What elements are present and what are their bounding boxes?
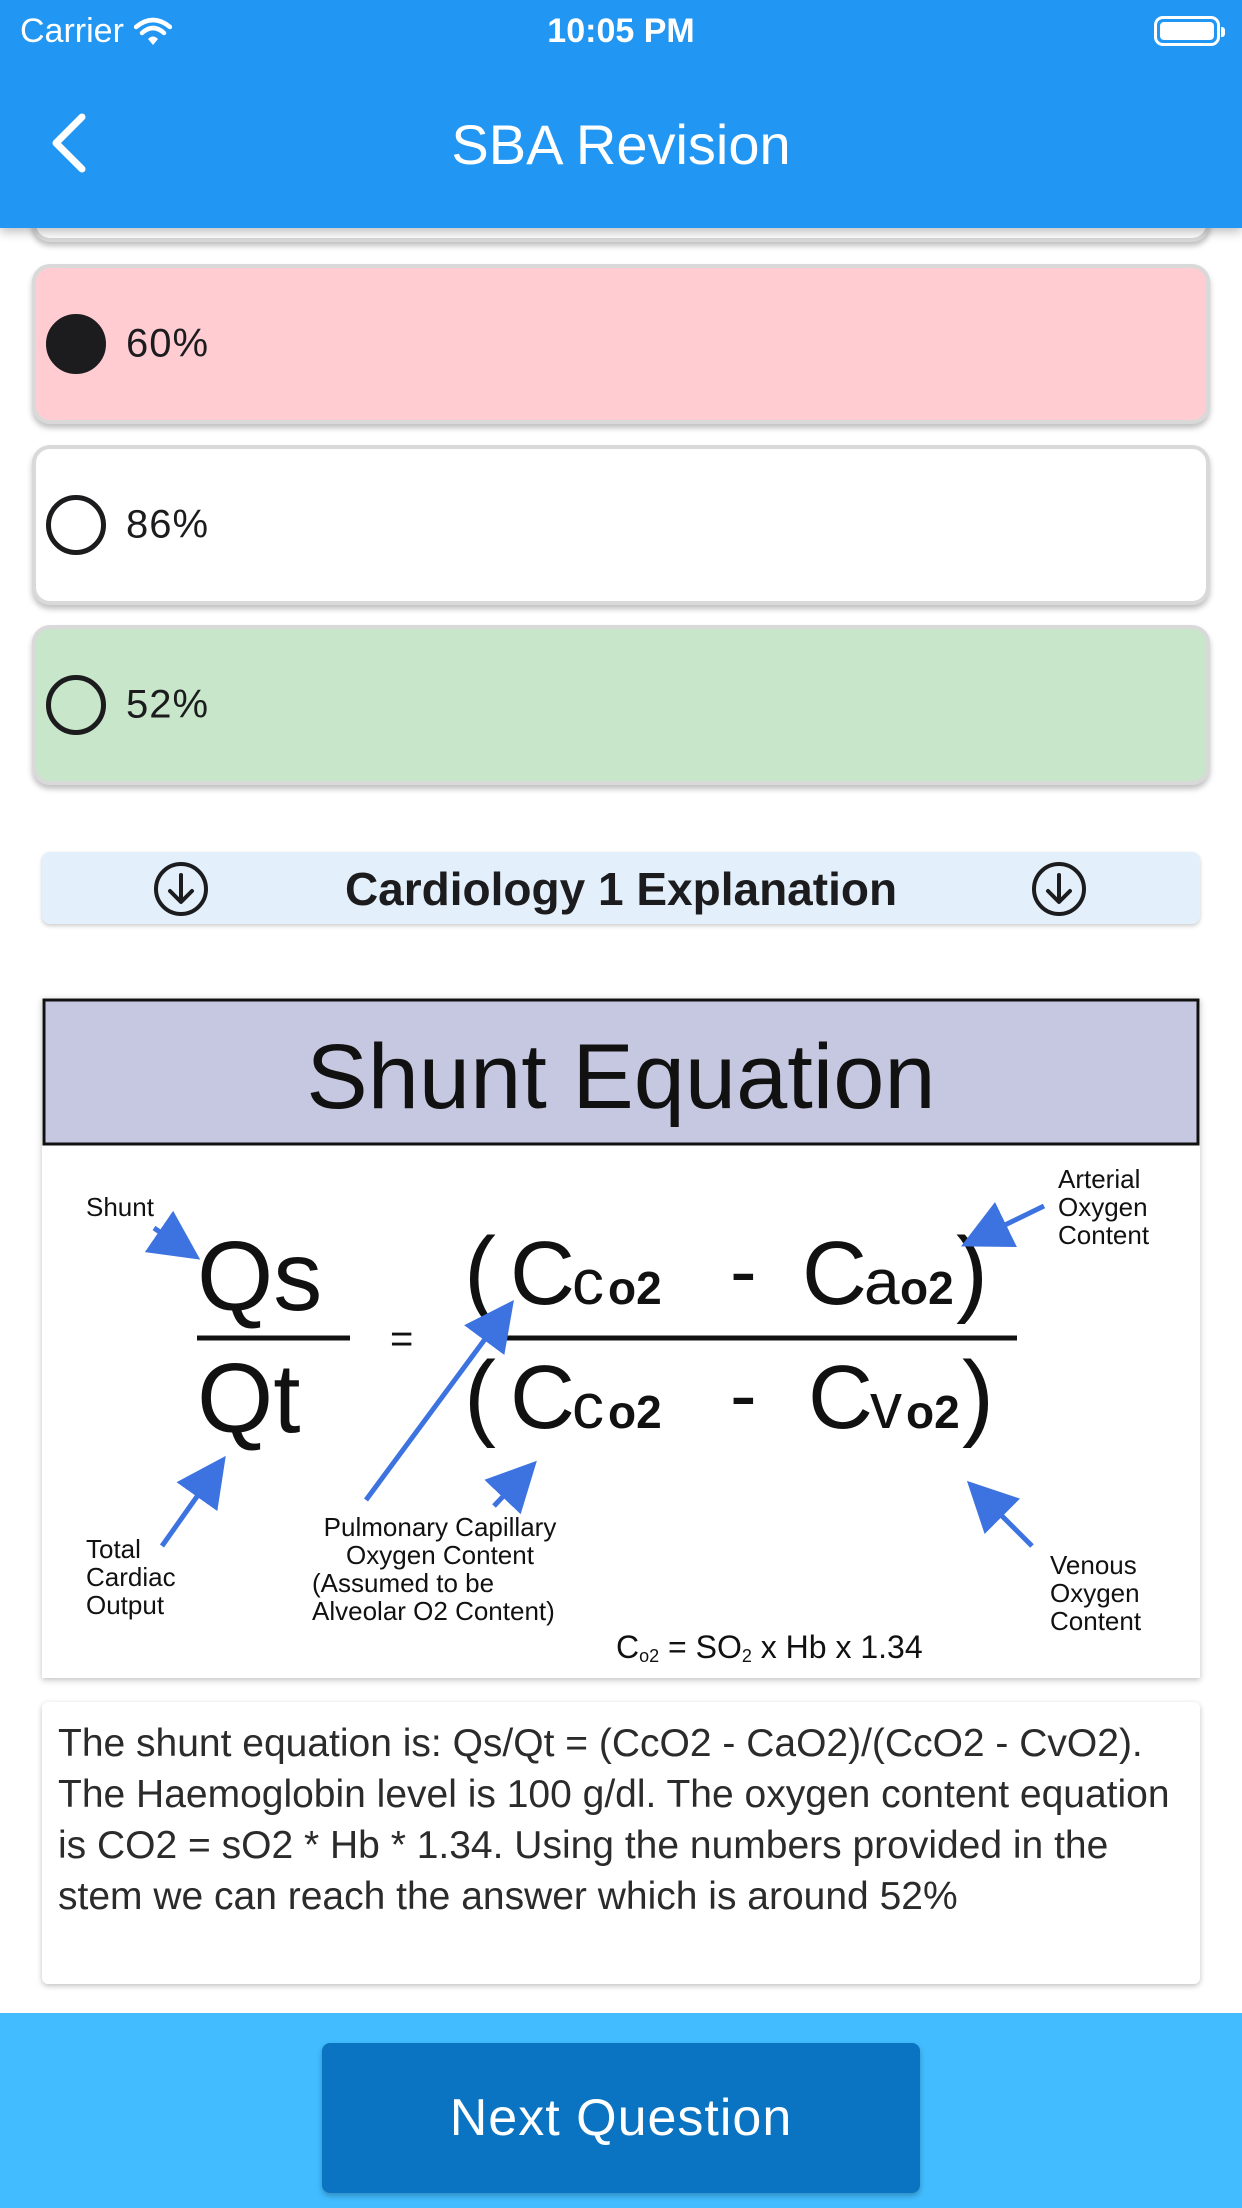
symbol-sub-a: a	[864, 1246, 900, 1318]
radio-selected[interactable]	[46, 314, 106, 374]
qs-label: Qs	[197, 1221, 322, 1331]
status-time: 10:05 PM	[547, 12, 695, 50]
symbol-c: C	[510, 1224, 575, 1324]
equals-sign: =	[390, 1317, 413, 1361]
symbol-o2: o2	[900, 1262, 954, 1314]
label-pulmonary: Oxygen Content	[346, 1540, 535, 1570]
answer-option-2[interactable]: 86%	[32, 445, 1210, 605]
symbol-c: C	[802, 1224, 867, 1324]
shunt-equation-diagram: Shunt Equation Qs Qt = ( C c o2 - C a o2…	[42, 998, 1200, 1678]
radio-unselected[interactable]	[46, 495, 106, 555]
label-total-output: Cardiac	[86, 1562, 176, 1592]
symbol-sub-v: v	[870, 1370, 902, 1442]
qt-label: Qt	[197, 1343, 300, 1453]
answer-option-3[interactable]: 52%	[32, 625, 1210, 785]
label-venous: Venous	[1050, 1550, 1137, 1580]
explanation-text: The shunt equation is: Qs/Qt = (CcO2 - C…	[42, 1702, 1200, 1984]
symbol-sub-c: c	[572, 1370, 604, 1442]
label-total-output: Total	[86, 1534, 141, 1564]
symbol-c: C	[510, 1348, 575, 1448]
label-pulmonary: Pulmonary Capillary	[324, 1512, 557, 1542]
page-title: SBA Revision	[451, 113, 791, 176]
label-pulmonary: Alveolar O2 Content)	[312, 1596, 555, 1626]
radio-unselected[interactable]	[46, 675, 106, 735]
minus-sign: -	[730, 1350, 757, 1439]
next-question-button[interactable]: Next Question	[322, 2043, 920, 2193]
diagram-title: Shunt Equation	[306, 1026, 935, 1128]
label-arterial: Arterial	[1058, 1164, 1140, 1194]
explanation-title: Cardiology 1 Explanation	[344, 863, 898, 915]
answer-option-label: 52%	[126, 682, 210, 727]
answer-option-label: 60%	[126, 321, 210, 366]
label-arterial: Oxygen	[1058, 1192, 1148, 1222]
oxygen-content-formula: Co2 = SO2 x Hb x 1.34	[616, 1629, 923, 1666]
symbol-c: C	[808, 1348, 873, 1448]
status-bar: Carrier 10:05 PM	[0, 0, 1242, 62]
label-shunt: Shunt	[86, 1192, 155, 1222]
symbol-sub-c: c	[572, 1246, 604, 1318]
app-header: Carrier 10:05 PM SBA Revision	[0, 0, 1242, 228]
minus-sign: -	[730, 1226, 757, 1315]
shunt-equation-image: Shunt Equation Qs Qt = ( C c o2 - C a o2…	[42, 998, 1200, 1666]
label-arterial: Content	[1058, 1220, 1150, 1250]
symbol-o2: o2	[608, 1386, 662, 1438]
paren: )	[962, 1342, 994, 1449]
answer-option-label: 86%	[126, 502, 210, 547]
label-venous: Content	[1050, 1606, 1142, 1636]
symbol-o2: o2	[906, 1386, 960, 1438]
symbol-o2: o2	[608, 1262, 662, 1314]
label-venous: Oxygen	[1050, 1578, 1140, 1608]
label-pulmonary: (Assumed to be	[312, 1568, 494, 1598]
answer-option-1[interactable]: 60%	[32, 264, 1210, 424]
bottom-bar: Next Question	[0, 2013, 1242, 2208]
explanation-header[interactable]: Cardiology 1 Explanation	[42, 852, 1200, 924]
label-total-output: Output	[86, 1590, 165, 1620]
battery-icon	[1154, 16, 1225, 46]
paren: (	[464, 1218, 496, 1325]
arrow-down-circle-icon[interactable]	[1030, 860, 1088, 918]
